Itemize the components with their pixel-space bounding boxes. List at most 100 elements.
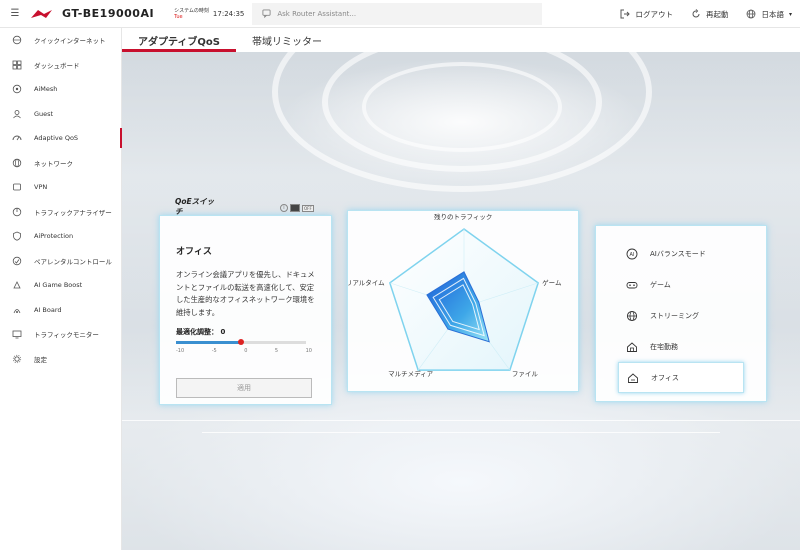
mode-item[interactable]: ゲーム	[618, 269, 744, 300]
reboot-button[interactable]: 再起動	[691, 9, 729, 20]
top-bar: ☰ GT-BE19000AI システムの時刻 Tue 17:24:35 Ask …	[0, 0, 800, 28]
language-select[interactable]: 日本語 ▾	[746, 9, 792, 20]
sidebar-item[interactable]: トラフィックアナライザー	[0, 200, 121, 225]
sidebar-item[interactable]: AI Board	[0, 298, 121, 323]
gamepad-icon	[626, 279, 638, 291]
slider-fill	[176, 341, 241, 344]
radar-chart: 残りのトラフィックゲームファイル マルチメディア リアルタイム	[348, 212, 562, 378]
reboot-label: 再起動	[705, 9, 729, 19]
sidebar-item-label: ダッシュボード	[34, 61, 80, 70]
tab-adaptive-qos[interactable]: アダプティブQoS	[122, 28, 236, 52]
radar-axis-label: ゲーム	[542, 278, 562, 287]
info-icon[interactable]: i	[280, 204, 288, 212]
analyzer-icon	[12, 207, 22, 217]
tab-bandwidth-limiter[interactable]: 帯域リミッター	[236, 28, 338, 52]
system-time: システムの時刻 Tue	[174, 8, 209, 20]
apply-button[interactable]: 適用	[176, 378, 312, 398]
logout-label: ログアウト	[635, 9, 673, 19]
mode-item-label: オフィス	[651, 373, 679, 382]
sidebar-item-label: AiProtection	[34, 232, 74, 241]
monitor-icon	[12, 329, 22, 339]
sidebar-item[interactable]: Guest	[0, 102, 121, 127]
sidebar-item-label: クイックインターネット	[34, 37, 106, 46]
sidebar-item[interactable]: ペアレンタルコントロール	[0, 249, 121, 274]
mode-item[interactable]: ストリーミング	[618, 300, 744, 331]
sidebar-item[interactable]: AI Game Boost	[0, 273, 121, 298]
clock: 17:24:35	[212, 9, 245, 18]
sidebar-item[interactable]: VPN	[0, 175, 121, 200]
router-assistant-input[interactable]: Ask Router Assistant...	[252, 2, 543, 25]
floor-line	[202, 432, 720, 433]
sidebar-item-label: Guest	[34, 109, 54, 118]
sidebar-item[interactable]: ネットワーク	[0, 151, 121, 176]
mode-item-label: 在宅勤務	[650, 342, 678, 351]
radar-axis-label: リアルタイム	[348, 278, 385, 287]
office-icon	[627, 372, 639, 384]
logout-button[interactable]: ログアウト	[620, 9, 673, 20]
mode-list-card: AI AIバランスモード ゲームストリーミング在宅勤務オフィス	[595, 225, 767, 402]
optimize-label-text: 最適化調整：	[176, 328, 218, 336]
logout-icon	[620, 9, 631, 19]
optimize-value: 0	[220, 328, 226, 336]
tab-bar: アダプティブQoS 帯域リミッター	[122, 28, 800, 52]
network-icon	[12, 158, 22, 168]
hamburger-icon[interactable]: ☰	[0, 8, 30, 19]
game-boost-icon	[12, 280, 22, 290]
toggle-knob	[290, 204, 300, 212]
parental-icon	[12, 256, 22, 266]
mode-item-label: ゲーム	[650, 280, 671, 289]
sidebar-item[interactable]: AiMesh	[0, 77, 121, 102]
sidebar-item-label: AiMesh	[34, 85, 58, 94]
sidebar-item-label: AI Game Boost	[34, 281, 83, 290]
slider-tick: -5	[211, 348, 217, 354]
globe-icon	[747, 9, 756, 19]
floor-line	[122, 420, 800, 421]
slider-tick: 5	[274, 348, 279, 354]
slider-ticks: -10 -5 0 5 10	[176, 348, 312, 354]
mode-item[interactable]: オフィス	[618, 362, 744, 393]
sidebar-item-label: トラフィックアナライザー	[34, 208, 112, 217]
home-work-icon	[626, 341, 638, 353]
slider-tick: 0	[244, 348, 248, 354]
sidebar-item[interactable]: Adaptive QoS	[0, 126, 122, 151]
globe-icon	[626, 310, 638, 322]
traffic-radar-card: 残りのトラフィック ゲーム ファイル マルチメディア リアルタイム	[347, 210, 579, 392]
radar-axis-label: マルチメディア	[388, 369, 434, 378]
qoe-switch[interactable]: i OFF	[280, 204, 314, 212]
assistant-placeholder: Ask Router Assistant...	[277, 9, 357, 18]
sidebar-item-label: トラフィックモニター	[34, 331, 99, 340]
language-label: 日本語	[761, 9, 784, 19]
profile-description: オンライン会議アプリを優先し、ドキュメントとファイルの転送を高速化して、安定した…	[176, 270, 315, 317]
slider-thumb[interactable]	[238, 339, 244, 345]
reboot-icon	[692, 9, 700, 18]
mode-item-label: AIバランスモード	[650, 249, 706, 258]
sidebar-item[interactable]: 設定	[0, 347, 121, 372]
system-day: Tue	[174, 13, 183, 20]
slider-tick: 10	[305, 348, 312, 354]
mode-item[interactable]: AI AIバランスモード	[618, 238, 744, 269]
sidebar-item[interactable]: AiProtection	[0, 224, 121, 249]
sidebar-item-label: VPN	[34, 183, 48, 192]
vpn-icon	[12, 182, 22, 192]
ai-board-icon	[12, 305, 22, 315]
optimize-slider[interactable]	[176, 339, 306, 345]
mode-item[interactable]: 在宅勤務	[618, 331, 744, 362]
ai-icon: AI	[626, 248, 638, 260]
slider-tick: -10	[176, 348, 185, 354]
qos-icon	[12, 133, 22, 143]
dashboard-icon	[12, 60, 22, 70]
sidebar-item-label: ネットワーク	[34, 159, 73, 168]
sidebar-item[interactable]: クイックインターネット	[0, 28, 121, 53]
toggle-state: OFF	[302, 204, 314, 212]
main-area: オフィス オンライン会議アプリを優先し、ドキュメントとファイルの転送を高速化して…	[122, 52, 800, 550]
sidebar-item-label: AI Board	[34, 305, 62, 314]
sidebar-item-label: Adaptive QoS	[34, 134, 79, 143]
chevron-down-icon: ▾	[788, 10, 792, 18]
sidebar-item[interactable]: トラフィックモニター	[0, 322, 121, 347]
optimize-label: 最適化調整： 0	[176, 327, 315, 337]
top-right-actions: ログアウト 再起動 日本語 ▾	[620, 0, 792, 28]
globe-gear-icon	[12, 35, 22, 45]
sidebar-item[interactable]: ダッシュボード	[0, 53, 121, 78]
rog-logo	[31, 9, 52, 18]
shield-icon	[12, 231, 22, 241]
